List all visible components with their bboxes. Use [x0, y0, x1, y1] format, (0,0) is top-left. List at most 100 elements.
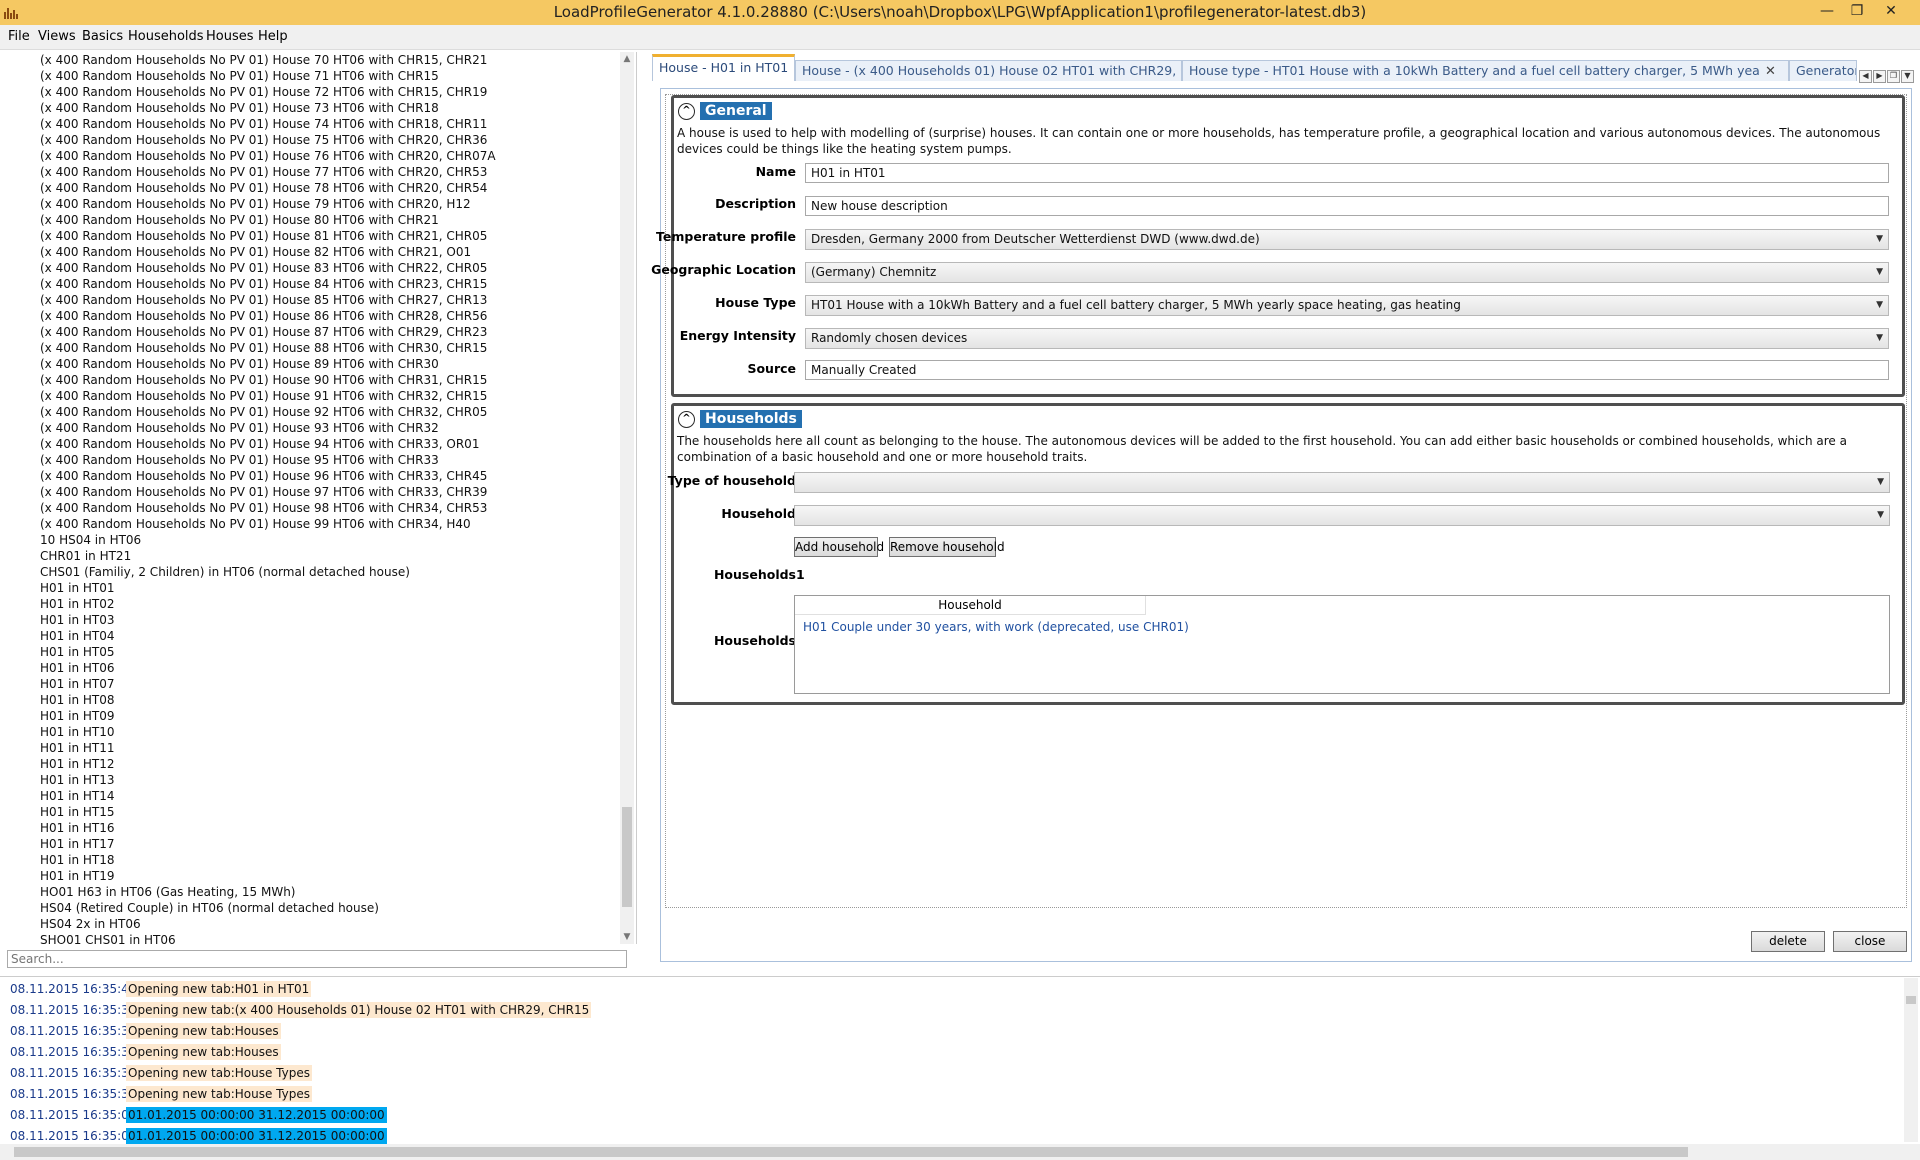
tree-item[interactable]: H01 in HT08 [40, 692, 114, 708]
tree-item[interactable]: H01 in HT10 [40, 724, 114, 740]
tree-item[interactable]: (x 400 Random Households No PV 01) House… [40, 308, 487, 324]
tree-item[interactable]: (x 400 Random Households No PV 01) House… [40, 52, 487, 68]
menu-views[interactable]: Views [38, 29, 76, 44]
tree-item[interactable]: (x 400 Random Households No PV 01) House… [40, 180, 487, 196]
tree-item[interactable]: HS04 2x in HT06 [40, 916, 141, 932]
tree-item[interactable]: 10 HS04 in HT06 [40, 532, 141, 548]
menu-file[interactable]: File [8, 29, 30, 44]
tree-item[interactable]: (x 400 Random Households No PV 01) House… [40, 148, 496, 164]
menu-houses[interactable]: Houses [206, 29, 254, 44]
collapse-icon[interactable]: ^ [678, 411, 695, 428]
tree-scroll-thumb[interactable] [622, 807, 632, 907]
tree-item[interactable]: (x 400 Random Households No PV 01) House… [40, 68, 439, 84]
tree-scrollbar[interactable]: ▲ ▼ [620, 52, 634, 944]
tree-item[interactable]: (x 400 Random Households No PV 01) House… [40, 100, 439, 116]
tree-item[interactable]: (x 400 Random Households No PV 01) House… [40, 276, 487, 292]
tree-item[interactable]: H01 in HT01 [40, 580, 114, 596]
tree-item[interactable]: H01 in HT11 [40, 740, 114, 756]
tree-item[interactable]: (x 400 Random Households No PV 01) House… [40, 84, 487, 100]
tree-item[interactable]: H01 in HT07 [40, 676, 114, 692]
tab-close-icon[interactable]: ✕ [1765, 64, 1776, 79]
tree-item[interactable]: CHS01 (Familiy, 2 Children) in HT06 (nor… [40, 564, 410, 580]
tree-item[interactable]: H01 in HT19 [40, 868, 114, 884]
tree-item[interactable]: H01 in HT18 [40, 852, 114, 868]
collapse-icon[interactable]: ^ [678, 103, 695, 120]
tree-item[interactable]: (x 400 Random Households No PV 01) House… [40, 324, 487, 340]
house-tree[interactable]: (x 400 Random Households No PV 01) House… [0, 52, 618, 944]
tab-menu-icon[interactable]: ▼ [1901, 70, 1914, 83]
tree-item[interactable]: (x 400 Random Households No PV 01) House… [40, 340, 487, 356]
tree-item[interactable]: CHR01 in HT21 [40, 548, 131, 564]
menu-help[interactable]: Help [258, 29, 288, 44]
tab-list-icon[interactable]: ❐ [1887, 70, 1900, 83]
scroll-up-icon[interactable]: ▲ [620, 52, 634, 66]
tab-scroll-left-icon[interactable]: ◀ [1859, 70, 1872, 83]
tree-item[interactable]: H01 in HT03 [40, 612, 114, 628]
menu-households[interactable]: Households [128, 29, 204, 44]
tab-house-x400-house02[interactable]: House - (x 400 Households 01) House 02 H… [795, 60, 1182, 81]
house-type-select[interactable]: HT01 House with a 10kWh Battery and a fu… [805, 295, 1889, 316]
grid-header-household[interactable]: Household [795, 596, 1146, 615]
tree-item[interactable]: (x 400 Random Households No PV 01) House… [40, 164, 487, 180]
window-titlebar[interactable]: LoadProfileGenerator 4.1.0.28880 (C:\Use… [0, 0, 1920, 25]
tree-item[interactable]: (x 400 Random Households No PV 01) House… [40, 260, 487, 276]
tree-item[interactable]: H01 in HT12 [40, 756, 114, 772]
tree-item[interactable]: H01 in HT16 [40, 820, 114, 836]
tree-item[interactable]: (x 400 Random Households No PV 01) House… [40, 436, 479, 452]
tree-item[interactable]: (x 400 Random Households No PV 01) House… [40, 244, 471, 260]
scroll-down-icon[interactable]: ▼ [620, 930, 634, 944]
tree-item[interactable]: (x 400 Random Households No PV 01) House… [40, 372, 487, 388]
households-grid[interactable]: Household H01 Couple under 30 years, wit… [794, 595, 1890, 694]
tree-item[interactable]: H01 in HT09 [40, 708, 114, 724]
tree-item[interactable]: HO01 H63 in HT06 (Gas Heating, 15 MWh) [40, 884, 296, 900]
add-household-button[interactable]: Add household [794, 537, 884, 557]
tree-item[interactable]: SHO01 CHS01 in HT06 [40, 932, 176, 944]
tree-item[interactable]: H01 in HT06 [40, 660, 114, 676]
tree-item[interactable]: H01 in HT14 [40, 788, 114, 804]
household-select[interactable]: ▼ [794, 505, 1890, 526]
geographic-location-select[interactable]: (Germany) Chemnitz ▼ [805, 262, 1889, 283]
tree-item[interactable]: (x 400 Random Households No PV 01) House… [40, 228, 487, 244]
tree-item[interactable]: (x 400 Random Households No PV 01) House… [40, 356, 439, 372]
tree-item[interactable]: H01 in HT02 [40, 596, 114, 612]
delete-button[interactable]: delete [1751, 931, 1825, 952]
tree-item[interactable]: H01 in HT15 [40, 804, 114, 820]
tree-item[interactable]: (x 400 Random Households No PV 01) House… [40, 292, 487, 308]
tree-item[interactable]: (x 400 Random Households No PV 01) House… [40, 516, 471, 532]
tab-house-type-ht01[interactable]: House type - HT01 House with a 10kWh Bat… [1182, 60, 1789, 81]
horizontal-scrollbar[interactable] [0, 1144, 1920, 1160]
tree-item[interactable]: (x 400 Random Households No PV 01) House… [40, 196, 471, 212]
source-field[interactable] [805, 360, 1889, 380]
remove-household-button[interactable]: Remove household [889, 537, 1005, 557]
tree-item[interactable]: H01 in HT17 [40, 836, 114, 852]
tab-scroll-right-icon[interactable]: ▶ [1873, 70, 1886, 83]
close-button[interactable]: close [1833, 931, 1907, 952]
horizontal-scroll-thumb[interactable] [14, 1147, 1688, 1157]
tree-item[interactable]: (x 400 Random Households No PV 01) House… [40, 116, 487, 132]
tree-item[interactable]: (x 400 Random Households No PV 01) House… [40, 420, 439, 436]
tree-item[interactable]: H01 in HT04 [40, 628, 114, 644]
tree-item[interactable]: (x 400 Random Households No PV 01) House… [40, 468, 487, 484]
tab-generator[interactable]: Generator [1789, 60, 1857, 81]
tree-item[interactable]: HS04 (Retired Couple) in HT06 (normal de… [40, 900, 379, 916]
tree-item[interactable]: (x 400 Random Households No PV 01) House… [40, 404, 487, 420]
energy-intensity-select[interactable]: Randomly chosen devices ▼ [805, 328, 1889, 349]
tab-house-h01-ht01[interactable]: House - H01 in HT01✕ [652, 54, 795, 81]
table-row[interactable]: H01 Couple under 30 years, with work (de… [803, 620, 1189, 634]
description-field[interactable] [805, 196, 1889, 216]
log-scrollbar[interactable] [1904, 978, 1918, 1142]
temperature-profile-select[interactable]: Dresden, Germany 2000 from Deutscher Wet… [805, 229, 1889, 250]
menu-basics[interactable]: Basics [82, 29, 123, 44]
close-window-icon[interactable]: ✕ [1876, 0, 1906, 25]
tree-item[interactable]: (x 400 Random Households No PV 01) House… [40, 500, 487, 516]
tree-item[interactable]: H01 in HT13 [40, 772, 114, 788]
tree-item[interactable]: (x 400 Random Households No PV 01) House… [40, 484, 487, 500]
tree-item[interactable]: H01 in HT05 [40, 644, 114, 660]
restore-icon[interactable]: ❐ [1842, 0, 1872, 25]
search-input[interactable] [7, 950, 627, 968]
type-of-household-select[interactable]: ▼ [794, 472, 1890, 493]
tree-item[interactable]: (x 400 Random Households No PV 01) House… [40, 388, 487, 404]
name-field[interactable] [805, 163, 1889, 183]
minimize-icon[interactable]: — [1812, 0, 1842, 25]
log-scroll-thumb[interactable] [1906, 996, 1916, 1004]
